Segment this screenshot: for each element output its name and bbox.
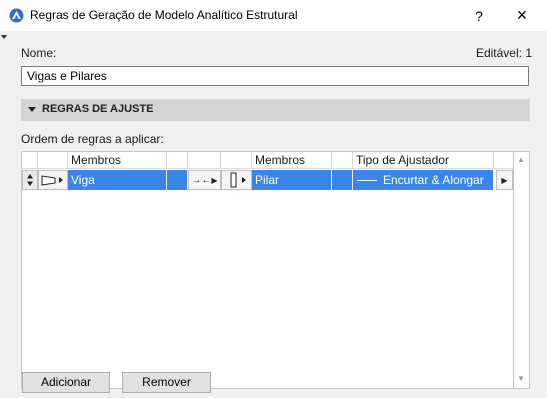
header-adjuster-type[interactable]: Tipo de Ajustador xyxy=(353,152,494,169)
column-icon xyxy=(230,172,246,188)
remove-button[interactable]: Remover xyxy=(122,372,211,393)
header-members-a[interactable]: Membros xyxy=(68,152,167,169)
adjuster-type-value: Encurtar & Alongar xyxy=(383,173,484,187)
header-blank-a xyxy=(167,152,188,169)
add-button[interactable]: Adicionar xyxy=(22,372,110,393)
archicad-app-icon xyxy=(9,8,24,23)
name-label: Nome: xyxy=(21,46,57,60)
section-title: REGRAS DE AJUSTE xyxy=(42,103,154,115)
chevron-right-icon: ▶ xyxy=(501,176,508,185)
header-icon-a xyxy=(38,152,68,169)
rules-order-label: Ordem de regras a aplicar: xyxy=(21,132,164,146)
member-b-spacer xyxy=(332,170,353,190)
header-blank-b xyxy=(332,152,353,169)
adjuster-dropdown-button[interactable]: ▶ xyxy=(496,170,513,190)
table-row[interactable]: Viga →←▶ Pilar Encurtar & Alongar ▶ xyxy=(22,170,513,190)
header-handle xyxy=(22,152,38,169)
caret-down-icon xyxy=(1,35,7,39)
editable-count: Editável: 1 xyxy=(475,46,532,60)
member-b-cell[interactable]: Pilar xyxy=(252,170,332,190)
window-title: Regras de Geração de Modelo Analítico Es… xyxy=(30,8,298,22)
adjuster-type-cell[interactable]: Encurtar & Alongar xyxy=(353,170,494,190)
connector-arrows-icon: →← xyxy=(191,175,212,186)
header-icon-b xyxy=(221,152,252,169)
close-button[interactable]: ✕ xyxy=(499,0,545,31)
member-a-cell[interactable]: Viga xyxy=(68,170,167,190)
connector-picker[interactable]: →←▶ xyxy=(188,170,221,190)
collapse-triangle-icon[interactable] xyxy=(28,107,36,112)
beam-type-picker[interactable] xyxy=(38,170,68,190)
rules-table: Membros Membros Tipo de Ajustador Viga →… xyxy=(21,151,514,389)
header-connector xyxy=(188,152,221,169)
scroll-down-icon[interactable]: ▼ xyxy=(517,374,525,383)
scroll-up-icon[interactable]: ▲ xyxy=(517,155,525,164)
header-members-b[interactable]: Membros xyxy=(252,152,332,169)
help-button[interactable]: ? xyxy=(456,0,502,31)
table-scrollbar[interactable]: ▲ ▼ xyxy=(514,151,530,389)
title-bar: Regras de Geração de Modelo Analítico Es… xyxy=(0,0,547,31)
section-header-adjust-rules[interactable]: REGRAS DE AJUSTE xyxy=(21,99,530,121)
column-type-picker[interactable] xyxy=(221,170,252,190)
header-blank-c xyxy=(494,152,513,169)
updown-arrows-icon xyxy=(27,174,33,186)
beam-icon xyxy=(41,175,63,186)
connector-dropdown-icon: ▶ xyxy=(211,176,218,185)
adjuster-line-icon xyxy=(357,180,377,182)
row-reorder-handle[interactable] xyxy=(22,170,38,190)
member-a-spacer xyxy=(167,170,188,190)
name-input[interactable] xyxy=(21,66,529,86)
